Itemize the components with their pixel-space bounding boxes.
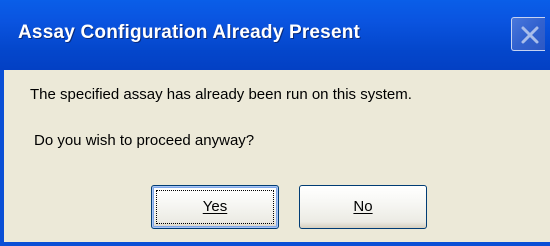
question-text: Do you wish to proceed anyway? <box>34 132 255 149</box>
message-text: The specified assay has already been run… <box>30 86 412 103</box>
no-button[interactable]: No <box>299 185 427 229</box>
dialog-window: Assay Configuration Already Present The … <box>0 0 550 246</box>
dialog-body: The specified assay has already been run… <box>4 70 550 242</box>
title-bar[interactable]: Assay Configuration Already Present <box>0 0 550 70</box>
dialog-title: Assay Configuration Already Present <box>18 22 361 43</box>
close-button[interactable] <box>511 17 545 51</box>
window-bottom-border <box>0 242 550 246</box>
yes-button-label: Yes <box>202 198 228 215</box>
no-button-label: No <box>353 198 373 215</box>
yes-button[interactable]: Yes <box>151 185 279 229</box>
